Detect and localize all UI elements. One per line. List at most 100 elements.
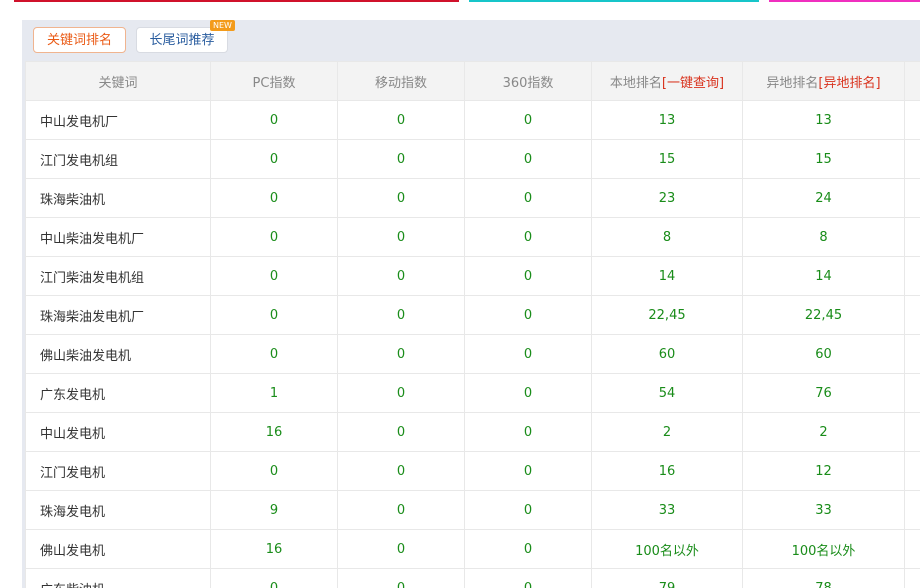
cell-extra: [904, 568, 920, 588]
cell-remote: 78: [742, 568, 905, 588]
cell-extra: [904, 256, 920, 296]
cell-360: 0: [464, 373, 592, 413]
tab-keyword-ranking[interactable]: 关键词排名: [33, 27, 126, 53]
cell-local: 100名以外: [591, 529, 743, 569]
table-row: 江门柴油发电机组 0 0 0 14 14: [25, 256, 920, 296]
table-row: 中山发电机 16 0 0 2 2: [25, 412, 920, 452]
cell-local: 14: [591, 256, 743, 296]
cell-extra: [904, 100, 920, 140]
cell-pc: 1: [210, 373, 338, 413]
cell-remote: 15: [742, 139, 905, 179]
cell-keyword: 珠海柴油机: [25, 178, 211, 218]
one-click-query-link[interactable]: [一键查询]: [662, 76, 724, 91]
col-header-local: 本地排名[一键查询]: [591, 61, 743, 101]
keyword-table-wrapper: 关键词 PC指数 移动指数 360指数 本地排名[一键查询] 异地排名[异地排名…: [25, 61, 920, 588]
topbar-teal: [469, 0, 759, 2]
cell-remote: 60: [742, 334, 905, 374]
table-header-row: 关键词 PC指数 移动指数 360指数 本地排名[一键查询] 异地排名[异地排名…: [25, 61, 920, 101]
cell-extra: [904, 490, 920, 530]
cell-extra: [904, 178, 920, 218]
cell-remote: 12: [742, 451, 905, 491]
cell-keyword: 江门发电机: [25, 451, 211, 491]
cell-360: 0: [464, 178, 592, 218]
remote-ranking-link[interactable]: [异地排名]: [818, 76, 880, 91]
cell-remote: 76: [742, 373, 905, 413]
cell-local: 23: [591, 178, 743, 218]
cell-pc: 0: [210, 334, 338, 374]
topbar-red: [14, 0, 459, 2]
cell-360: 0: [464, 568, 592, 588]
cell-remote: 33: [742, 490, 905, 530]
cell-mobile: 0: [337, 178, 465, 218]
cell-mobile: 0: [337, 295, 465, 335]
topbar-pink: [769, 0, 920, 2]
cell-pc: 0: [210, 451, 338, 491]
cell-pc: 0: [210, 256, 338, 296]
cell-local: 8: [591, 217, 743, 257]
cell-keyword: 江门发电机组: [25, 139, 211, 179]
table-row: 珠海柴油机 0 0 0 23 24: [25, 178, 920, 218]
cell-extra: [904, 412, 920, 452]
cell-remote: 2: [742, 412, 905, 452]
cell-mobile: 0: [337, 490, 465, 530]
table-row: 珠海发电机 9 0 0 33 33: [25, 490, 920, 530]
col-header-remote: 异地排名[异地排名]: [742, 61, 905, 101]
cell-mobile: 0: [337, 139, 465, 179]
cell-360: 0: [464, 490, 592, 530]
cell-local: 33: [591, 490, 743, 530]
cell-local: 2: [591, 412, 743, 452]
cell-local: 16: [591, 451, 743, 491]
cell-pc: 0: [210, 100, 338, 140]
col-header-keyword: 关键词: [25, 61, 211, 101]
cell-mobile: 0: [337, 100, 465, 140]
cell-mobile: 0: [337, 373, 465, 413]
table-row: 珠海柴油发电机厂 0 0 0 22,45 22,45: [25, 295, 920, 335]
keyword-table: 关键词 PC指数 移动指数 360指数 本地排名[一键查询] 异地排名[异地排名…: [25, 61, 920, 588]
cell-keyword: 中山发电机厂: [25, 100, 211, 140]
cell-remote: 13: [742, 100, 905, 140]
cell-local: 15: [591, 139, 743, 179]
table-row: 中山发电机厂 0 0 0 13 13: [25, 100, 920, 140]
cell-extra: [904, 139, 920, 179]
cell-360: 0: [464, 451, 592, 491]
cell-local: 22,45: [591, 295, 743, 335]
cell-pc: 0: [210, 139, 338, 179]
col-header-pc: PC指数: [210, 61, 338, 101]
cell-mobile: 0: [337, 334, 465, 374]
table-row: 江门发电机 0 0 0 16 12: [25, 451, 920, 491]
top-color-bars: [0, 0, 920, 6]
cell-360: 0: [464, 256, 592, 296]
cell-keyword: 佛山柴油发电机: [25, 334, 211, 374]
cell-keyword: 佛山发电机: [25, 529, 211, 569]
cell-keyword: 珠海发电机: [25, 490, 211, 530]
cell-mobile: 0: [337, 256, 465, 296]
cell-360: 0: [464, 412, 592, 452]
cell-mobile: 0: [337, 451, 465, 491]
table-row: 广东柴油机 0 0 0 79 78: [25, 568, 920, 588]
table-row: 佛山柴油发电机 0 0 0 60 60: [25, 334, 920, 374]
cell-pc: 0: [210, 295, 338, 335]
cell-extra: [904, 334, 920, 374]
table-row: 江门发电机组 0 0 0 15 15: [25, 139, 920, 179]
cell-remote: 24: [742, 178, 905, 218]
cell-pc: 0: [210, 217, 338, 257]
cell-local: 54: [591, 373, 743, 413]
cell-keyword: 广东柴油机: [25, 568, 211, 588]
cell-remote: 22,45: [742, 295, 905, 335]
cell-mobile: 0: [337, 412, 465, 452]
cell-keyword: 中山柴油发电机厂: [25, 217, 211, 257]
table-row: 广东发电机 1 0 0 54 76: [25, 373, 920, 413]
col-header-extra: [904, 61, 920, 101]
cell-360: 0: [464, 334, 592, 374]
cell-extra: [904, 529, 920, 569]
new-badge: NEW: [210, 20, 235, 31]
col-header-mobile: 移动指数: [337, 61, 465, 101]
cell-remote: 14: [742, 256, 905, 296]
cell-360: 0: [464, 529, 592, 569]
cell-360: 0: [464, 100, 592, 140]
cell-extra: [904, 217, 920, 257]
cell-local: 13: [591, 100, 743, 140]
col-header-local-label: 本地排名: [609, 75, 662, 91]
col-header-360: 360指数: [464, 61, 592, 101]
col-header-remote-label: 异地排名: [766, 75, 819, 91]
